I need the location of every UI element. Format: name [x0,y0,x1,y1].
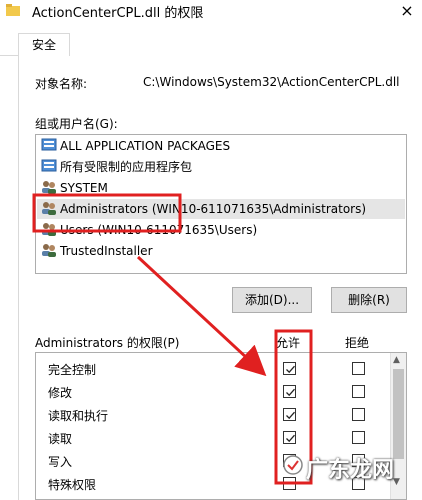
list-item-label: SYSTEM [60,181,108,195]
groups-listbox[interactable]: ALL APPLICATION PACKAGES 所有受限制的应用程序包 SYS… [35,134,407,274]
deny-checkbox[interactable] [352,362,365,375]
list-item[interactable]: ALL APPLICATION PACKAGES [41,136,230,156]
add-button[interactable]: 添加(D)... [232,287,312,313]
permission-name: 完全控制 [48,363,97,377]
object-name-value: C:\Windows\System32\ActionCenterCPL.dll [143,75,400,89]
allow-column-header: 允许 [276,336,301,350]
close-button[interactable]: × [396,1,418,21]
watermark-text: 广东龙网 [306,458,395,483]
permission-row: 读取和执行 [36,403,391,426]
list-item-label: 所有受限制的应用程序包 [60,160,193,174]
users-group-icon [42,223,56,236]
list-item[interactable]: 所有受限制的应用程序包 [41,157,192,177]
allow-checkbox[interactable] [283,431,296,444]
list-item[interactable]: TrustedInstaller [41,241,153,261]
scroll-down-icon[interactable]: ▼ [393,477,400,487]
allow-checkbox[interactable] [283,385,296,398]
app-packages-icon [41,138,57,151]
deny-column-header: 拒绝 [345,336,370,350]
folder-icon [6,4,20,16]
window-title: ActionCenterCPL.dll 的权限 [32,6,204,21]
list-item-label: TrustedInstaller [60,244,153,258]
permission-name: 特殊权限 [48,478,97,492]
users-group-icon [42,244,56,257]
tab-security[interactable]: 安全 [18,33,70,56]
users-group-icon [42,202,56,215]
permission-row: 修改 [36,380,391,403]
allow-checkbox[interactable] [283,362,296,375]
object-name-label: 对象名称: [35,77,88,91]
groups-label: 组或用户名(G): [35,117,118,131]
scrollbar-thumb[interactable] [393,369,404,459]
permission-name: 修改 [48,386,73,400]
allow-checkbox[interactable] [283,408,296,421]
list-item[interactable]: SYSTEM [41,178,108,198]
deny-checkbox[interactable] [352,385,365,398]
list-item[interactable]: Users (WIN10-611071635\Users) [41,220,257,240]
permission-row: 完全控制 [36,357,391,380]
scroll-up-icon[interactable]: ▲ [393,355,400,365]
title-bar: ActionCenterCPL.dll 的权限 × [0,0,422,24]
permissions-label: Administrators 的权限(P) [35,336,180,350]
permission-row: 读取 [36,426,391,449]
list-item-label: ALL APPLICATION PACKAGES [60,139,231,153]
list-item-label: Administrators (WIN10-611071635\Administ… [60,202,367,216]
deny-checkbox[interactable] [352,408,365,421]
permission-name: 读取和执行 [48,409,109,423]
allow-checkbox[interactable] [283,477,296,490]
watermark-logo-icon [283,455,303,475]
permission-name: 写入 [48,455,73,469]
deny-checkbox[interactable] [352,431,365,444]
app-packages-icon [41,159,57,172]
list-item-label: Users (WIN10-611071635\Users) [60,223,258,237]
remove-button[interactable]: 删除(R) [331,287,407,313]
users-group-icon [42,181,56,194]
permission-name: 读取 [48,432,73,446]
list-item-selected[interactable]: Administrators (WIN10-611071635\Administ… [37,199,405,219]
